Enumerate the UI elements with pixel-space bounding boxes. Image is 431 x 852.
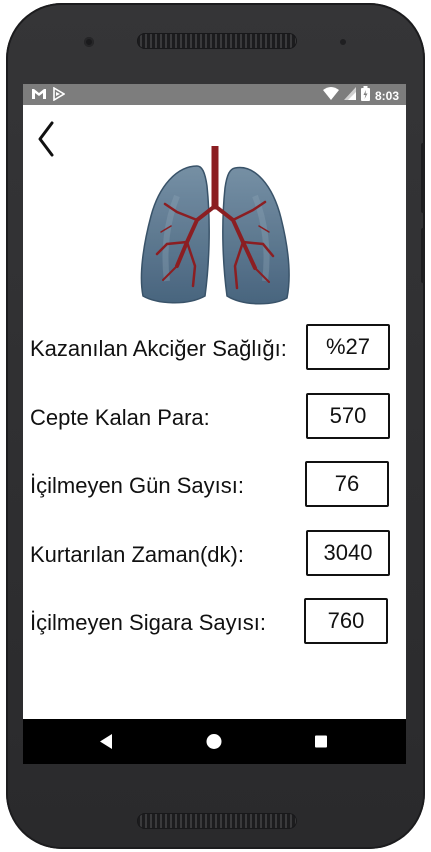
bottom-speaker	[137, 813, 297, 829]
wifi-icon	[322, 87, 339, 105]
stat-value-box: %27	[306, 324, 390, 370]
front-camera	[84, 37, 94, 47]
proximity-sensor	[340, 39, 346, 45]
stat-row-lung-health: Kazanılan Akciğer Sağlığı: %27	[23, 324, 406, 374]
back-triangle-icon	[100, 734, 112, 749]
nav-back-button[interactable]	[76, 719, 136, 764]
home-circle-icon	[206, 734, 222, 749]
play-icon	[53, 86, 66, 106]
stat-value-box: 570	[306, 393, 390, 439]
stat-value-box: 760	[304, 598, 388, 644]
status-time: 8:03	[374, 89, 399, 103]
stat-label: Kurtarılan Zaman(dk):	[30, 542, 244, 567]
chevron-left-icon	[38, 121, 54, 157]
volume-button	[421, 143, 425, 213]
lungs-illustration	[137, 142, 293, 306]
stat-row-cigarettes-not-smoked: İçilmeyen Sigara Sayısı: 760	[23, 598, 406, 648]
stat-label: İçilmeyen Sigara Sayısı:	[30, 610, 266, 635]
gmail-icon	[31, 87, 47, 106]
navigation-bar	[23, 719, 406, 764]
status-bar: 8:03	[23, 84, 406, 105]
recents-square-icon	[315, 735, 327, 748]
earpiece-speaker	[137, 33, 297, 49]
nav-recents-button[interactable]	[291, 719, 351, 764]
stat-label: Cepte Kalan Para:	[30, 405, 210, 430]
battery-icon	[360, 86, 370, 106]
stat-value-box: 3040	[306, 530, 390, 576]
stat-row-money-saved: Cepte Kalan Para: 570	[23, 393, 406, 443]
stat-row-time-saved: Kurtarılan Zaman(dk): 3040	[23, 530, 406, 580]
signal-icon	[343, 87, 356, 105]
stat-label: İçilmeyen Gün Sayısı:	[30, 473, 244, 498]
main-content: Kazanılan Akciğer Sağlığı: %27 Cepte Kal…	[23, 105, 406, 719]
stat-label: Kazanılan Akciğer Sağlığı:	[30, 336, 287, 361]
power-button	[421, 228, 425, 283]
nav-home-button[interactable]	[184, 719, 244, 764]
stat-row-days-not-smoked: İçilmeyen Gün Sayısı: 76	[23, 461, 406, 511]
stat-value-box: 76	[305, 461, 389, 507]
back-button[interactable]	[35, 119, 59, 159]
screen: 8:03 Kazanılan Akciğer Sağlığı: %27 Cept…	[23, 84, 406, 764]
